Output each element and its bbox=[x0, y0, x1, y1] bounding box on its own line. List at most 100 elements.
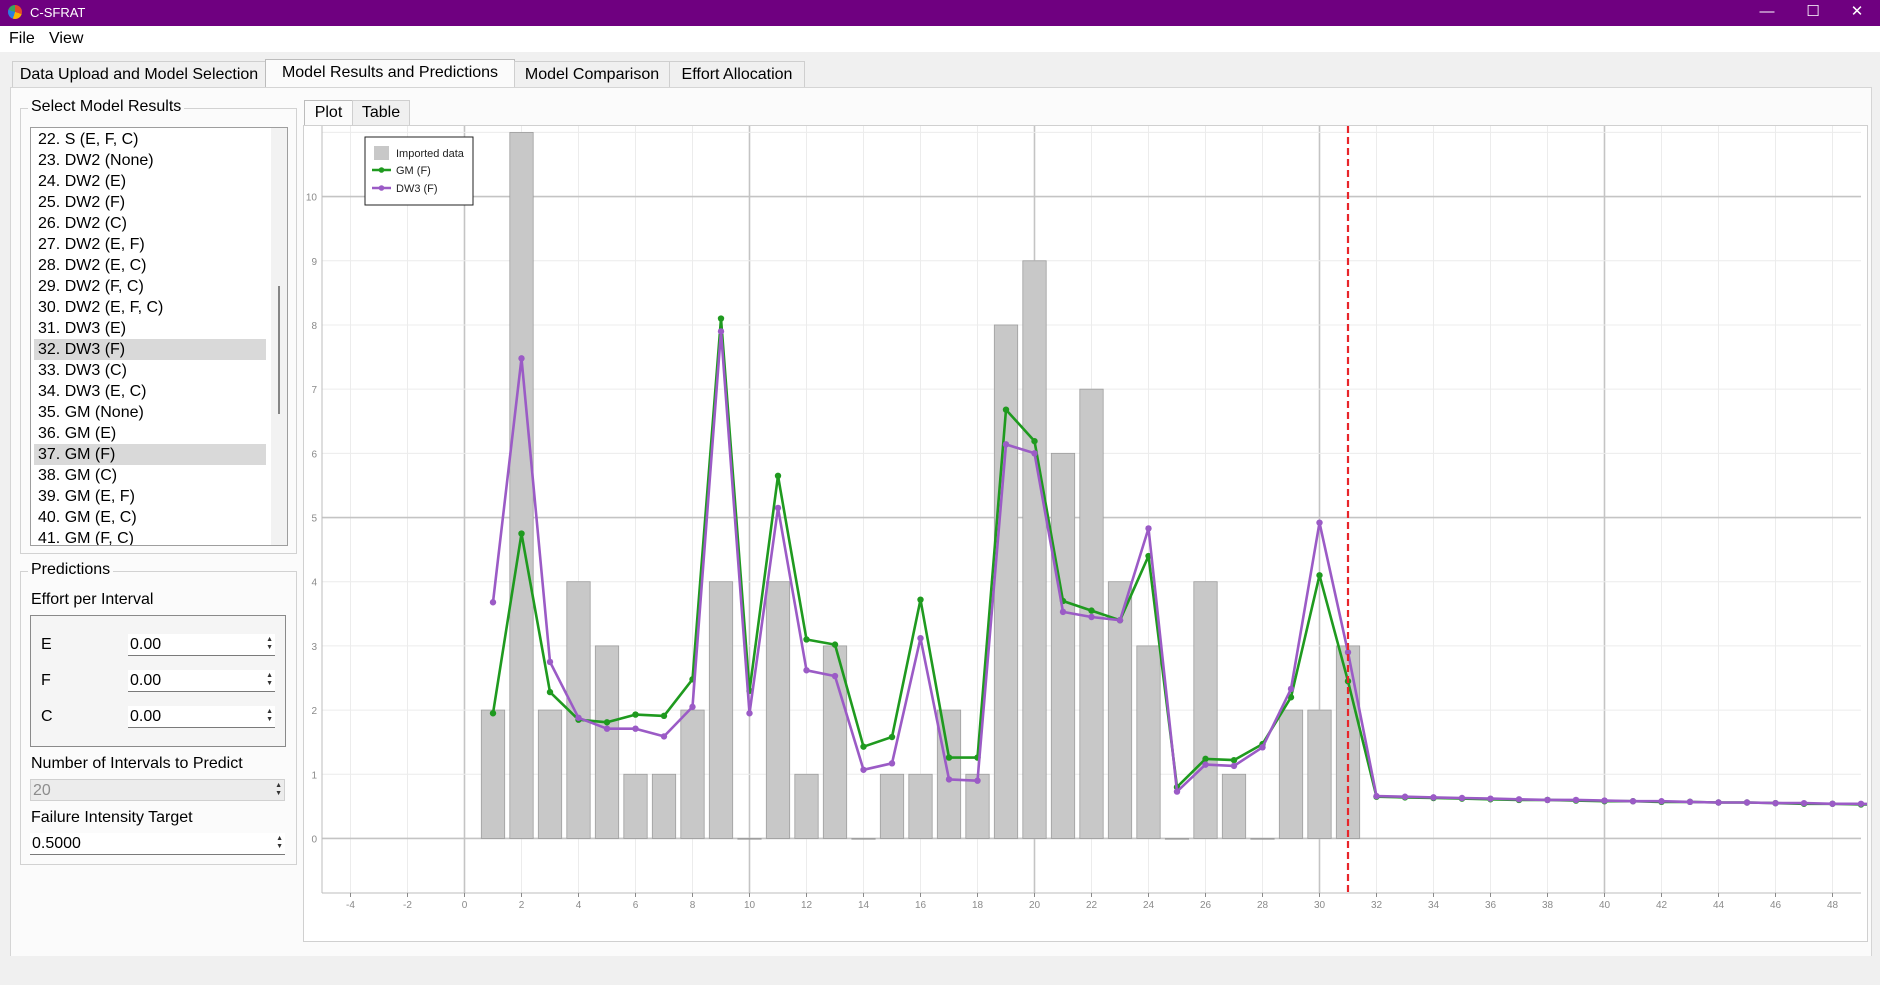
menu-view[interactable]: View bbox=[49, 30, 83, 48]
title-bar: C-SFRAT — ☐ ✕ bbox=[0, 0, 1880, 26]
model-list-item[interactable]: 28. DW2 (E, C) bbox=[34, 255, 266, 276]
legend-label: DW3 (F) bbox=[396, 183, 438, 195]
y-tick-label: 9 bbox=[311, 257, 317, 268]
y-tick-label: 6 bbox=[311, 449, 317, 460]
list-scroll-thumb[interactable] bbox=[278, 286, 280, 414]
legend-label-imported: Imported data bbox=[396, 148, 465, 160]
model-list-item[interactable]: 25. DW2 (F) bbox=[34, 192, 266, 213]
series-point bbox=[860, 743, 867, 750]
series-point bbox=[1116, 617, 1124, 624]
model-list-item[interactable]: 29. DW2 (F, C) bbox=[34, 276, 266, 297]
effort-f-spinbox[interactable]: 0.00 ▲ ▼ bbox=[128, 670, 275, 692]
effort-c-spinbox[interactable]: 0.00 ▲ ▼ bbox=[128, 706, 275, 728]
x-tick-label: 30 bbox=[1314, 900, 1326, 911]
x-tick-label: 12 bbox=[801, 900, 813, 911]
spin-arrows-icon[interactable]: ▲ ▼ bbox=[276, 835, 283, 851]
menu-file[interactable]: File bbox=[9, 30, 35, 48]
model-list-item[interactable]: 24. DW2 (E) bbox=[34, 171, 266, 192]
series-point bbox=[1401, 793, 1409, 800]
model-list-item[interactable]: 30. DW2 (E, F, C) bbox=[34, 297, 266, 318]
model-list-item[interactable]: 36. GM (E) bbox=[34, 423, 266, 444]
tab-data-upload[interactable]: Data Upload and Model Selection bbox=[12, 61, 266, 87]
series-point bbox=[974, 777, 981, 784]
x-tick-label: -4 bbox=[346, 900, 355, 911]
list-scrollbar[interactable] bbox=[271, 128, 287, 545]
series-point bbox=[917, 634, 924, 642]
series-point bbox=[1088, 613, 1095, 621]
intervals-spinbox: 20 ▲ ▼ bbox=[30, 779, 285, 801]
model-results-list[interactable]: 41. GM (F, C) 40. GM (E, C) 39. GM (E, F) 3… bbox=[30, 127, 288, 546]
series-point bbox=[831, 641, 839, 648]
series-point bbox=[746, 710, 753, 717]
model-list-item[interactable]: 37. GM (F) bbox=[34, 444, 266, 465]
imported-data-bar bbox=[1050, 452, 1076, 839]
spin-arrows-icon: ▲ ▼ bbox=[275, 782, 282, 797]
spin-arrows-icon[interactable]: ▲ ▼ bbox=[266, 672, 273, 688]
x-tick-label: 40 bbox=[1599, 900, 1611, 911]
maximize-button[interactable]: ☐ bbox=[1790, 0, 1836, 26]
series-point bbox=[546, 688, 554, 696]
minimize-button[interactable]: — bbox=[1744, 0, 1790, 26]
x-tick-label: 24 bbox=[1143, 900, 1155, 911]
series-point bbox=[603, 719, 611, 726]
series-point bbox=[660, 733, 668, 740]
tab-plot[interactable]: Plot bbox=[304, 100, 353, 127]
status-bar bbox=[0, 956, 1880, 985]
x-tick-label: 0 bbox=[462, 900, 468, 911]
x-tick-label: 42 bbox=[1656, 900, 1668, 911]
spin-arrows-icon[interactable]: ▲ ▼ bbox=[266, 708, 273, 724]
tab-effort-allocation[interactable]: Effort Allocation bbox=[669, 61, 805, 87]
series-point bbox=[632, 711, 639, 718]
model-list-item[interactable]: 22. S (E, F, C) bbox=[34, 129, 266, 150]
series-point bbox=[1316, 572, 1323, 579]
tab-table[interactable]: Table bbox=[352, 100, 410, 126]
app-logo-icon bbox=[8, 5, 22, 19]
model-list-item[interactable]: 41. GM (F, C) bbox=[34, 528, 266, 545]
x-tick-label: 20 bbox=[1029, 900, 1041, 911]
series-point bbox=[1031, 450, 1038, 457]
x-tick-label: 46 bbox=[1770, 900, 1782, 911]
series-point bbox=[1088, 607, 1095, 614]
model-list-item[interactable]: 32. DW3 (F) bbox=[34, 339, 266, 360]
model-list-item[interactable]: 39. GM (E, F) bbox=[34, 486, 266, 507]
intervals-value: 20 bbox=[33, 782, 51, 799]
imported-data-bar bbox=[708, 581, 734, 839]
y-tick-label: 3 bbox=[311, 642, 317, 653]
series-point bbox=[1601, 797, 1608, 804]
imported-data-bar bbox=[1307, 709, 1332, 839]
tab-model-comparison[interactable]: Model Comparison bbox=[514, 61, 670, 87]
x-tick-label: 48 bbox=[1827, 900, 1839, 911]
y-tick-label: 7 bbox=[311, 385, 317, 396]
spin-arrows-icon[interactable]: ▲ ▼ bbox=[266, 636, 273, 652]
model-list-item[interactable]: 35. GM (None) bbox=[34, 402, 266, 423]
x-tick-label: 22 bbox=[1086, 900, 1098, 911]
model-list-item[interactable]: 23. DW2 (None) bbox=[34, 150, 266, 171]
window-title: C-SFRAT bbox=[30, 5, 86, 20]
model-list-item[interactable]: 26. DW2 (C) bbox=[34, 213, 266, 234]
series-point bbox=[831, 672, 839, 680]
model-list-item[interactable]: 27. DW2 (E, F) bbox=[34, 234, 266, 255]
failure-target-spinbox[interactable]: 0.5000 ▲ ▼ bbox=[30, 833, 285, 855]
series-point bbox=[1515, 796, 1523, 803]
x-tick-label: 36 bbox=[1485, 900, 1497, 911]
series-point bbox=[1572, 796, 1580, 804]
close-button[interactable]: ✕ bbox=[1834, 0, 1880, 26]
series-point bbox=[717, 315, 725, 322]
series-point bbox=[1629, 798, 1637, 805]
model-list-item[interactable]: 40. GM (E, C) bbox=[34, 507, 266, 528]
series-point bbox=[1544, 796, 1551, 804]
model-results-title: Select Model Results bbox=[28, 98, 185, 116]
model-list-item[interactable]: 34. DW3 (E, C) bbox=[34, 381, 266, 402]
tab-model-results[interactable]: Model Results and Predictions bbox=[265, 59, 515, 87]
model-list-item[interactable]: 31. DW3 (E) bbox=[34, 318, 266, 339]
series-point bbox=[1857, 800, 1865, 807]
model-list-item[interactable]: 38. GM (C) bbox=[34, 465, 266, 486]
series-point bbox=[1202, 761, 1209, 768]
failure-target-value: 0.5000 bbox=[32, 835, 81, 852]
imported-data-bar bbox=[651, 773, 677, 839]
chart-legend: Imported data GM (F) DW3 (F) bbox=[364, 136, 474, 206]
imported-data-bar bbox=[794, 773, 819, 839]
effort-e-spinbox[interactable]: 0.00 ▲ ▼ bbox=[128, 634, 275, 656]
series-point bbox=[1230, 756, 1238, 764]
model-list-item[interactable]: 33. DW3 (C) bbox=[34, 360, 266, 381]
